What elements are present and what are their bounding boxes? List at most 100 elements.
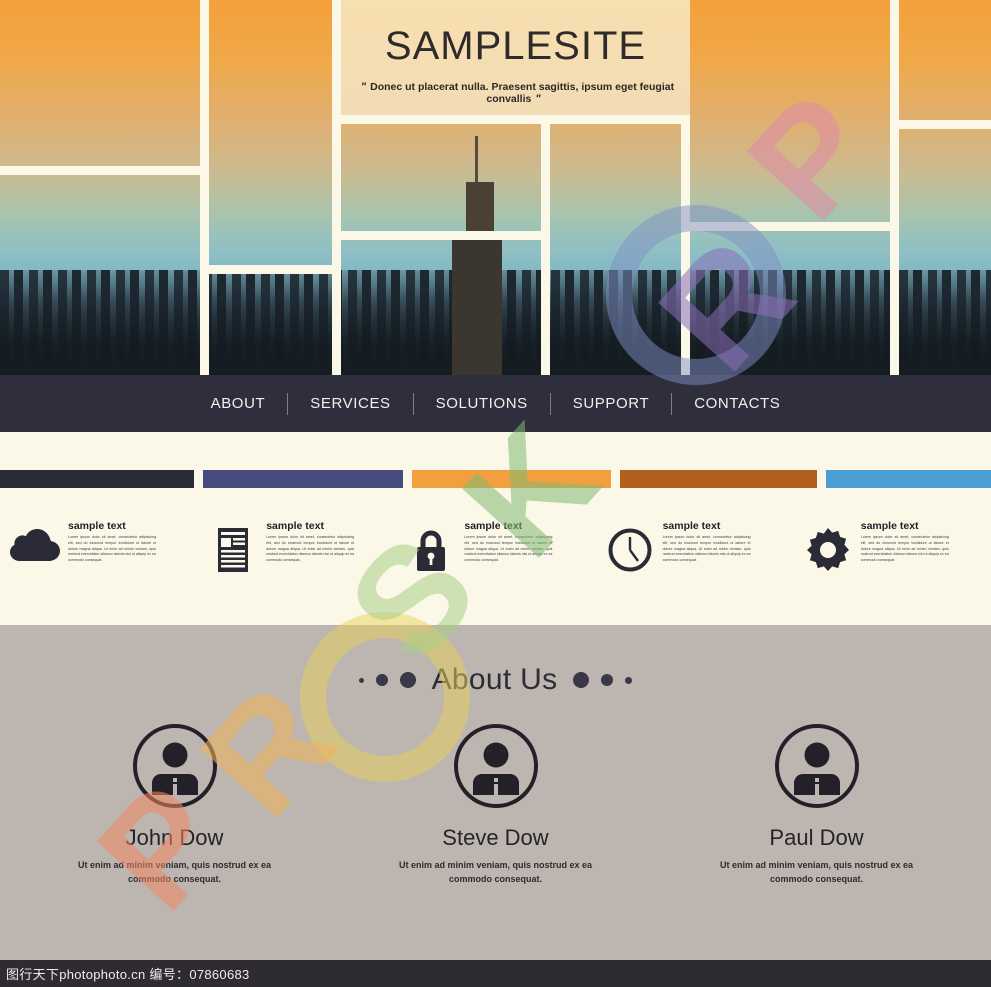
hero-tile — [209, 0, 332, 265]
nav-item-about[interactable]: ABOUT — [189, 395, 288, 412]
clock-icon — [601, 520, 659, 572]
hero-tile-image — [209, 0, 332, 265]
hero-tile-image — [690, 231, 890, 375]
hero-tagline-text: Donec ut placerat nulla. Praesent sagitt… — [370, 81, 675, 105]
page-root: SAMPLESITE " Donec ut placerat nulla. Pra… — [0, 0, 991, 987]
about-title: About Us — [431, 663, 558, 696]
nav-separator — [287, 392, 289, 415]
site-title: SAMPLESITE — [384, 24, 647, 68]
feature-heading: sample text — [860, 520, 919, 532]
hero-tile-image — [899, 0, 991, 120]
decorative-dot — [625, 676, 633, 684]
person-info-avatar — [378, 723, 613, 809]
tower-base — [452, 240, 502, 375]
hero-title-panel: SAMPLESITE " Donec ut placerat nulla. Pra… — [341, 0, 690, 115]
decorative-dot — [375, 674, 388, 686]
feature-text: sample text Lorem ipsum dolor sit amet, … — [262, 520, 390, 564]
feature-body: Lorem ipsum dolor sit amet, consectetur … — [68, 535, 156, 563]
feature-heading: sample text — [662, 520, 721, 532]
feature-item-clock[interactable]: sample text Lorem ipsum dolor sit amet, … — [595, 520, 793, 572]
nav-separator — [671, 392, 673, 415]
feature-item-gear[interactable]: sample text Lorem ipsum dolor sit amet, … — [793, 520, 991, 572]
features-section: sample text Lorem ipsum dolor sit amet, … — [0, 432, 991, 625]
nav-item-contacts[interactable]: CONTACTS — [672, 395, 802, 412]
team-member-bio: Ut enim ad minim veniam, quis nostrud ex… — [719, 860, 914, 884]
feature-color-bars — [0, 470, 991, 488]
main-navigation[interactable]: ABOUT SERVICES SOLUTIONS SUPPORT CONTACT… — [0, 375, 991, 432]
feature-text: sample text Lorem ipsum dolor sit amet, … — [659, 520, 787, 564]
feature-heading: sample text — [266, 520, 324, 532]
decorative-dot — [358, 677, 364, 683]
feature-bar-5 — [825, 470, 991, 488]
hero-tile — [690, 231, 890, 375]
document-icon — [204, 520, 262, 572]
hero-tile — [550, 124, 681, 375]
hero-tile-image — [341, 124, 541, 231]
tower-spire — [475, 136, 478, 182]
feature-item-cloud[interactable]: sample text Lorem ipsum dolor sit amet, … — [0, 520, 198, 572]
feature-columns: sample text Lorem ipsum dolor sit amet, … — [0, 520, 991, 572]
team-member[interactable]: John Dow Ut enim ad minim veniam, quis n… — [57, 723, 292, 887]
person-info-avatar — [699, 723, 934, 809]
hero-tile-image — [0, 175, 200, 375]
hero-tile-image — [899, 129, 991, 375]
about-dots-right — [573, 672, 633, 688]
feature-item-lock[interactable]: sample text Lorem ipsum dolor sit amet, … — [396, 520, 594, 572]
hero-tile — [690, 0, 890, 222]
nav-separator — [412, 392, 414, 415]
lock-icon — [402, 520, 460, 572]
nav-item-services[interactable]: SERVICES — [288, 395, 412, 412]
team-list: John Dow Ut enim ad minim veniam, quis n… — [0, 723, 991, 887]
hero-tile-tower-top — [341, 124, 541, 231]
feature-bar-3 — [412, 470, 612, 488]
nav-item-solutions[interactable]: SOLUTIONS — [414, 395, 550, 412]
hero-tagline: " Donec ut placerat nulla. Praesent sagit… — [341, 81, 690, 105]
feature-body: Lorem ipsum dolor sit amet, consectetur … — [662, 535, 751, 563]
footer-credit: 图行天下photophoto.cn 编号：07860683 — [6, 967, 250, 982]
team-member[interactable]: Steve Dow Ut enim ad minim veniam, quis … — [378, 723, 613, 887]
decorative-dot — [399, 672, 416, 688]
nav-item-support[interactable]: SUPPORT — [551, 395, 671, 412]
hero-tile-image — [550, 124, 681, 375]
feature-item-document[interactable]: sample text Lorem ipsum dolor sit amet, … — [198, 520, 396, 572]
decorative-dot — [601, 674, 614, 686]
team-member-name: Steve Dow — [442, 825, 549, 850]
feature-bar-1 — [0, 470, 195, 488]
hero-tile — [899, 129, 991, 375]
quote-open-icon: " — [360, 81, 367, 93]
feature-body: Lorem ipsum dolor sit amet, consectetur … — [464, 535, 553, 563]
feature-text: sample text Lorem ipsum dolor sit amet, … — [64, 520, 192, 564]
feature-heading: sample text — [68, 520, 126, 532]
gear-icon — [799, 520, 857, 572]
hero-mosaic: SAMPLESITE " Donec ut placerat nulla. Pra… — [0, 0, 991, 375]
hero-tile-image — [341, 240, 541, 375]
hero-tile — [209, 274, 332, 375]
hero-tile-image — [0, 0, 200, 166]
hero-tile — [899, 0, 991, 120]
team-member-name: Paul Dow — [769, 825, 864, 850]
about-section: About Us John Dow Ut enim ad minim venia… — [0, 625, 991, 960]
decorative-dot — [573, 672, 590, 688]
feature-bar-4 — [620, 470, 817, 488]
feature-heading: sample text — [464, 520, 523, 532]
feature-text: sample text Lorem ipsum dolor sit amet, … — [857, 520, 985, 564]
hero-tile-image — [209, 274, 332, 375]
tower-shaft — [466, 182, 494, 231]
quote-close-icon: " — [535, 93, 541, 105]
team-member-bio: Ut enim ad minim veniam, quis nostrud ex… — [77, 860, 272, 884]
hero-tile — [0, 0, 200, 166]
hero-tile-image — [690, 0, 890, 222]
team-member[interactable]: Paul Dow Ut enim ad minim veniam, quis n… — [699, 723, 934, 887]
person-info-avatar — [57, 723, 292, 809]
about-dots-left — [358, 672, 416, 688]
feature-bar-2 — [203, 470, 404, 488]
hero-tile-tower-base — [341, 240, 541, 375]
feature-body: Lorem ipsum dolor sit amet, consectetur … — [860, 535, 949, 563]
feature-text: sample text Lorem ipsum dolor sit amet, … — [460, 520, 588, 564]
footer-bar: 图行天下photophoto.cn 编号：07860683 — [0, 960, 991, 987]
team-member-name: John Dow — [125, 825, 224, 850]
about-header: About Us — [0, 625, 991, 697]
cloud-icon — [6, 520, 64, 562]
hero-tile — [0, 175, 200, 375]
nav-separator — [549, 392, 551, 415]
